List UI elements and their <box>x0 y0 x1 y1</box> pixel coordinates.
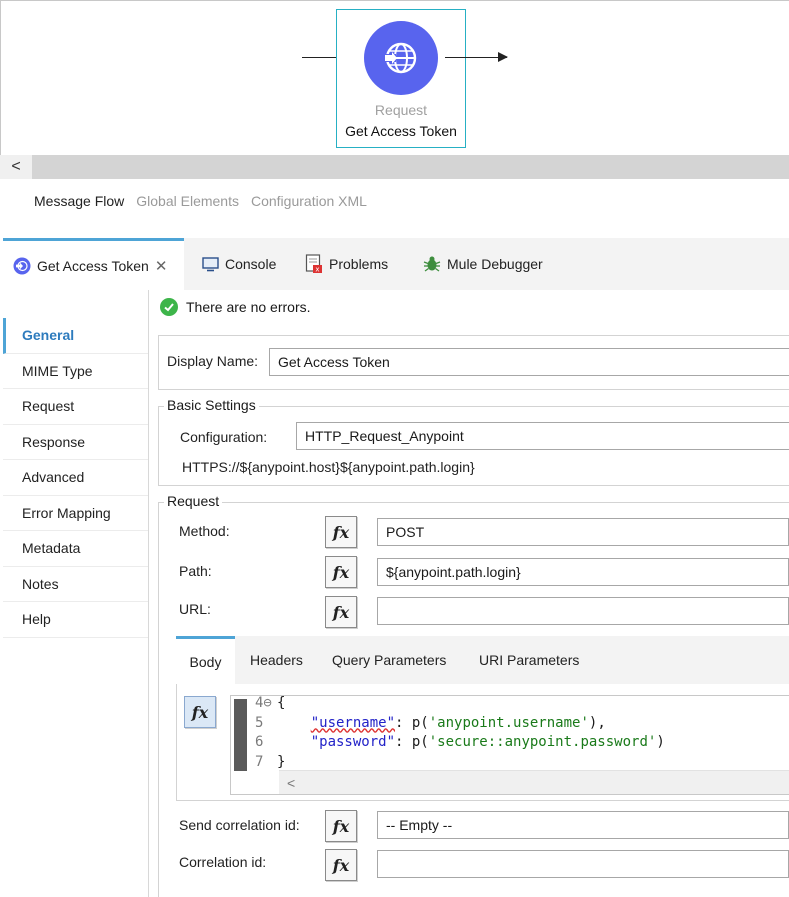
tab-label: Get Access Token <box>37 257 149 274</box>
method-input[interactable]: POST <box>377 518 789 546</box>
globe-icon <box>364 21 438 95</box>
display-name-label: Display Name: <box>167 353 259 369</box>
basic-settings-title: Basic Settings <box>164 397 259 413</box>
path-label: Path: <box>179 563 212 579</box>
fx-toggle-send-correlation[interactable]: fx <box>325 810 357 842</box>
nav-item-general[interactable]: General <box>3 318 148 354</box>
scroll-left-button[interactable]: < <box>0 155 32 179</box>
tab-global-elements[interactable]: Global Elements <box>136 193 239 209</box>
flow-arrow-out <box>445 52 508 62</box>
tab-configuration-xml[interactable]: Configuration XML <box>251 193 367 209</box>
node-name-label: Get Access Token <box>345 123 457 139</box>
method-label: Method: <box>179 523 230 539</box>
tab-get-access-token[interactable]: Get Access Token ✕ <box>3 238 184 290</box>
fx-toggle-correlation[interactable]: fx <box>325 849 357 881</box>
status-text: There are no errors. <box>186 299 311 315</box>
configuration-label: Configuration: <box>180 429 268 445</box>
nav-item-error-mapping[interactable]: Error Mapping <box>3 496 148 531</box>
svg-text:x: x <box>315 266 319 274</box>
flow-node-get-access-token[interactable]: Request Get Access Token <box>336 9 466 148</box>
code-lines: 4⊖{ 5 "username": p('anypoint.username')… <box>255 694 665 772</box>
editor-gutter <box>234 699 247 771</box>
tab-body[interactable]: Body <box>176 636 235 684</box>
tab-query-parameters[interactable]: Query Parameters <box>332 636 446 684</box>
tab-label: Console <box>225 256 277 272</box>
correlation-id-label: Correlation id: <box>179 854 267 870</box>
console-icon <box>202 256 219 272</box>
nav-item-request[interactable]: Request <box>3 389 148 425</box>
code-line: 5 "username": p('anypoint.username'), <box>255 714 606 731</box>
send-correlation-id-label: Send correlation id: <box>179 817 300 833</box>
url-label: URL: <box>179 601 211 617</box>
nav-item-notes[interactable]: Notes <box>3 567 148 602</box>
fx-toggle-method[interactable]: fx <box>325 516 357 548</box>
nav-item-help[interactable]: Help <box>3 602 148 638</box>
editor-tabs: Message Flow Global Elements Configurati… <box>34 193 379 209</box>
view-tab-bar: Get Access Token ✕ Console x Problems Mu… <box>3 238 789 290</box>
problems-icon: x <box>305 254 323 274</box>
tab-label: Mule Debugger <box>447 256 543 272</box>
url-preview: HTTPS://${anypoint.host}${anypoint.path.… <box>182 459 475 475</box>
nav-item-mime-type[interactable]: MIME Type <box>3 354 148 389</box>
nav-item-metadata[interactable]: Metadata <box>3 531 148 567</box>
tab-uri-parameters[interactable]: URI Parameters <box>479 636 579 684</box>
properties-nav: General MIME Type Request Response Advan… <box>3 290 149 897</box>
tab-console[interactable]: Console <box>202 238 276 290</box>
check-circle-icon <box>160 298 178 316</box>
correlation-id-input[interactable] <box>377 850 789 878</box>
status-message: There are no errors. <box>160 298 311 316</box>
tab-problems[interactable]: x Problems <box>305 238 388 290</box>
code-line: 6 "password": p('secure::anypoint.passwo… <box>255 734 665 750</box>
tab-label: Problems <box>329 256 389 272</box>
chevron-left-icon[interactable]: < <box>287 775 295 791</box>
body-code-editor[interactable]: 4⊖{ 5 "username": p('anypoint.username')… <box>230 695 789 795</box>
basic-settings-group: Basic Settings Configuration: HTTP_Reque… <box>158 397 789 486</box>
code-line: 4⊖{ <box>255 695 286 711</box>
tab-mule-debugger[interactable]: Mule Debugger <box>423 238 543 290</box>
tab-headers[interactable]: Headers <box>250 636 303 684</box>
chevron-left-icon: < <box>11 158 21 175</box>
canvas-horizontal-scrollbar[interactable]: < <box>0 155 789 179</box>
request-subtab-bar: Body Headers Query Parameters URI Parame… <box>176 636 789 684</box>
nav-item-advanced[interactable]: Advanced <box>3 460 148 496</box>
display-name-input[interactable]: Get Access Token <box>269 348 789 376</box>
fx-toggle-path[interactable]: fx <box>325 556 357 588</box>
fx-toggle-url[interactable]: fx <box>325 596 357 628</box>
path-input[interactable]: ${anypoint.path.login} <box>377 558 789 586</box>
debugger-bug-icon <box>423 255 441 273</box>
node-type-label: Request <box>374 102 428 118</box>
fx-toggle-body[interactable]: fx <box>184 696 216 728</box>
display-name-group: Display Name: Get Access Token <box>158 335 789 390</box>
send-correlation-id-select[interactable]: -- Empty -- <box>377 811 789 839</box>
code-horizontal-scrollbar[interactable]: < <box>279 770 789 794</box>
request-title: Request <box>164 493 223 509</box>
configuration-select[interactable]: HTTP_Request_Anypoint <box>296 422 789 450</box>
close-icon[interactable]: ✕ <box>155 257 168 275</box>
url-input[interactable] <box>377 597 789 625</box>
tab-message-flow[interactable]: Message Flow <box>34 193 124 209</box>
properties-content: There are no errors. Display Name: Get A… <box>150 290 789 897</box>
flow-canvas[interactable]: Request Get Access Token <box>0 0 789 155</box>
http-request-icon <box>13 257 31 275</box>
nav-item-response[interactable]: Response <box>3 425 148 460</box>
